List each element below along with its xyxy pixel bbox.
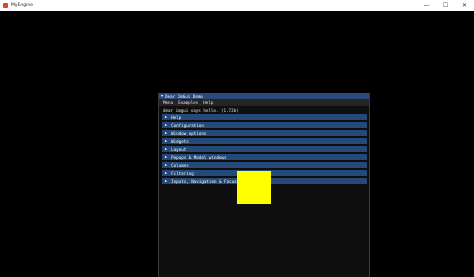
collapse-icon[interactable]: ▼ [161,94,163,98]
menu-item-menu[interactable]: Menu [163,100,173,105]
expand-arrow-icon: ▶ [165,155,168,159]
imgui-window-title: Dear ImGui Demo [165,93,203,99]
header-label: Inputs, Navigation & Focus [171,178,237,184]
expand-arrow-icon: ▶ [165,131,168,135]
header-columns[interactable]: ▶ Columns [162,162,367,168]
expand-arrow-icon: ▶ [165,139,168,143]
app-icon [3,3,8,8]
header-window-options[interactable]: ▶ Window options [162,130,367,136]
header-label: Layout [171,146,187,152]
expand-arrow-icon: ▶ [165,163,168,167]
close-button[interactable]: ✕ [455,0,474,11]
app-window: MyEngine — ☐ ✕ ▼ Dear ImGui Demo Menu Ex… [0,0,474,277]
app-title: MyEngine [11,3,33,8]
titlebar[interactable]: MyEngine — ☐ ✕ [0,0,474,11]
header-layout[interactable]: ▶ Layout [162,146,367,152]
expand-arrow-icon: ▶ [165,171,168,175]
imgui-menu-bar: Menu Examples Help [159,99,369,106]
maximize-button[interactable]: ☐ [436,0,455,11]
header-label: Window options [171,130,207,136]
minimize-button[interactable]: — [417,0,436,11]
expand-arrow-icon: ▶ [165,179,168,183]
header-help[interactable]: ▶ Help [162,114,367,120]
yellow-square [237,171,271,204]
header-configuration[interactable]: ▶ Configuration [162,122,367,128]
header-label: Columns [171,162,189,168]
header-popups-modal-windows[interactable]: ▶ Popups & Modal windows [162,154,367,160]
header-label: Popups & Modal windows [171,154,227,160]
greeting-text: dear imgui says hello. (1.72b) [163,107,239,113]
header-label: Widgets [171,138,189,144]
header-label: Configuration [171,122,204,128]
header-widgets[interactable]: ▶ Widgets [162,138,367,144]
expand-arrow-icon: ▶ [165,147,168,151]
header-label: Help [171,114,182,120]
header-label: Filtering [171,170,194,176]
menu-item-examples[interactable]: Examples [178,100,198,105]
menu-item-help[interactable]: Help [203,100,213,105]
expand-arrow-icon: ▶ [165,123,168,127]
window-controls: — ☐ ✕ [417,0,474,11]
expand-arrow-icon: ▶ [165,115,168,119]
